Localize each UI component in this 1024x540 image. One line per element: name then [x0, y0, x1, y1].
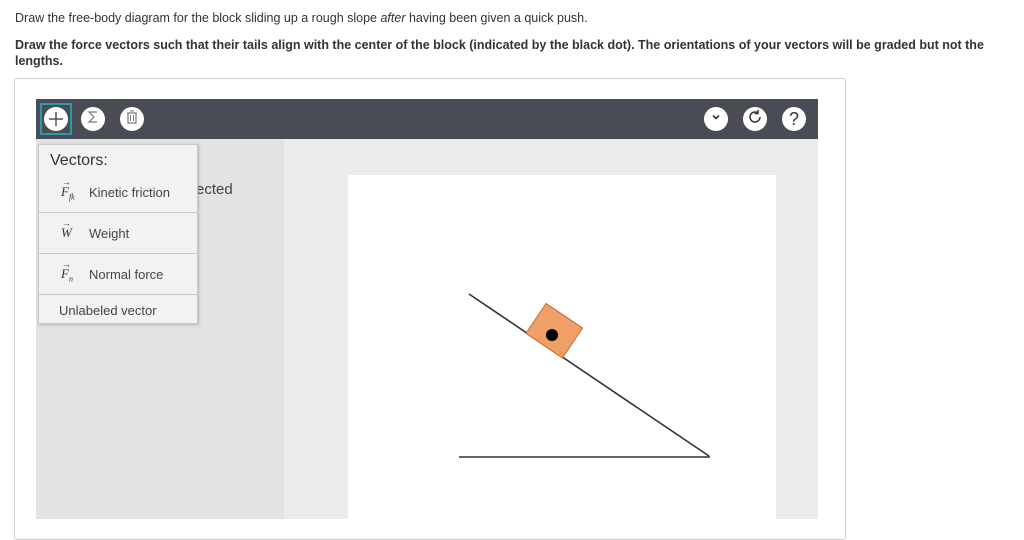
- menu-item-unlabeled-vector[interactable]: Unlabeled vector: [39, 297, 197, 323]
- sum-icon: [86, 110, 100, 129]
- delete-button[interactable]: [120, 107, 144, 131]
- plus-icon: [44, 107, 68, 131]
- reset-button[interactable]: [743, 107, 767, 131]
- menu-item-kinetic-friction[interactable]: → Ffk Kinetic friction: [39, 173, 197, 213]
- reset-icon: [746, 108, 764, 131]
- menu-item-label: Normal force: [89, 267, 164, 282]
- menu-item-label: Kinetic friction: [89, 185, 170, 200]
- menu-title: Vectors:: [50, 152, 108, 169]
- add-vector-button[interactable]: [40, 103, 72, 135]
- vector-menu: Vectors: → Ffk Kinetic friction → W Weight…: [38, 144, 198, 324]
- center-dot: [546, 329, 558, 341]
- sidebar-partial-text: ected: [196, 181, 233, 198]
- incline-line: [468, 293, 710, 457]
- trash-icon: [125, 109, 139, 130]
- drawing-canvas[interactable]: [348, 175, 776, 519]
- menu-item-weight[interactable]: → W Weight: [39, 214, 197, 254]
- help-icon: ?: [788, 108, 799, 129]
- menu-item-normal-force[interactable]: → Fn Normal force: [39, 255, 197, 295]
- tool-toolbar: ?: [36, 99, 818, 139]
- menu-item-label: Weight: [89, 226, 130, 241]
- dropdown-button[interactable]: [704, 107, 728, 131]
- vector-symbol: → Fn: [61, 258, 73, 284]
- sum-button[interactable]: [81, 107, 105, 131]
- emphasis-after: after: [380, 11, 406, 25]
- question-instructions: Draw the force vectors such that their t…: [15, 38, 984, 68]
- vector-symbol: → W: [61, 217, 72, 240]
- question-prompt: Draw the free-body diagram for the block…: [15, 11, 588, 25]
- help-button[interactable]: ?: [782, 107, 806, 131]
- chevron-down-icon: [710, 110, 722, 128]
- menu-item-label: Unlabeled vector: [59, 302, 157, 318]
- slope-diagram: [459, 293, 710, 458]
- vector-symbol: → Ffk: [61, 176, 75, 202]
